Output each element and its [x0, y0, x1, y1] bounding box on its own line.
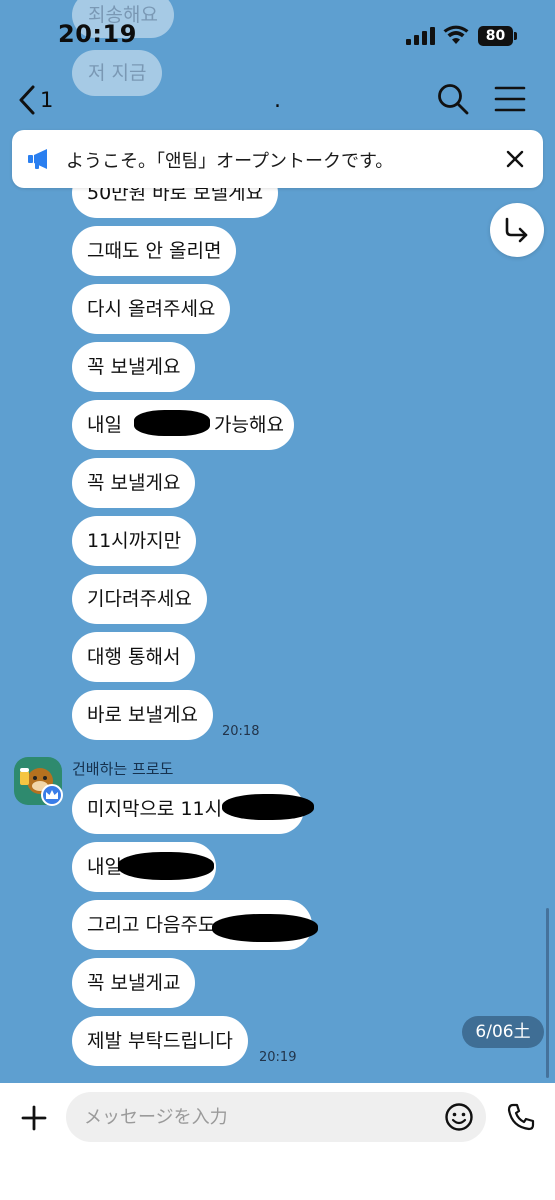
cellular-signal-icon: [406, 27, 436, 45]
message-text: 내일: [87, 856, 122, 878]
redaction-mark: [222, 794, 314, 820]
status-bar: 20:19 80: [0, 0, 555, 70]
battery-level: 80: [478, 26, 513, 46]
message-bubble: 기다려주세요: [72, 574, 207, 624]
menu-icon[interactable]: [494, 84, 526, 114]
redaction-mark: [134, 410, 210, 436]
message-bubble: 미지막으로 11시: [72, 784, 314, 834]
message-text: 미지막으로 11시: [87, 798, 223, 820]
message-bubble: 대행 통해서: [72, 632, 196, 682]
avatar[interactable]: [14, 757, 63, 806]
message-time: 20:19: [259, 1050, 297, 1065]
message-bubble: 꼭 보낼게요: [72, 342, 196, 392]
redaction-mark: [212, 914, 318, 942]
sender-name: 건배하는 프로도: [72, 760, 174, 778]
redaction-mark: [118, 852, 214, 880]
message-bubble: 11시까지만: [72, 516, 197, 566]
message-bubble: 내일: [72, 842, 216, 892]
plus-icon[interactable]: [16, 1100, 52, 1136]
message-bubble: 그리고 다음주도: [72, 900, 318, 950]
message-bubble: 다시 올려주세요: [72, 284, 231, 334]
notice-banner[interactable]: ようこそ。「앤팀」オープントークです。: [12, 130, 543, 188]
message-input[interactable]: [66, 1092, 486, 1142]
message-bubble: 꼭 보낼게요: [72, 458, 196, 508]
search-icon[interactable]: [436, 82, 470, 116]
scrollbar[interactable]: [546, 908, 549, 1078]
date-chip: 6/06土: [462, 1016, 544, 1048]
message-text: 그리고 다음주도: [87, 914, 216, 936]
megaphone-icon: [28, 149, 47, 169]
message-bubble: 제발 부탁드립니다: [72, 1016, 248, 1066]
message-bubble: 바로 보낼게요: [72, 690, 213, 740]
message-bubble: 그때도 안 올리면: [72, 226, 237, 276]
message-bubble: 꼭 보낼게교: [72, 958, 196, 1008]
battery-icon: 80: [478, 26, 518, 46]
message-bubble: 내일 가능해요: [72, 400, 294, 450]
room-title: .: [274, 88, 281, 113]
status-time: 20:19: [58, 20, 137, 48]
emoji-icon[interactable]: [444, 1102, 474, 1132]
chat-header: 1 .: [0, 70, 555, 128]
phone-icon[interactable]: [506, 1102, 536, 1132]
reply-button[interactable]: [490, 203, 544, 257]
message-time: 20:18: [222, 724, 260, 739]
input-bar: [0, 1083, 555, 1200]
wifi-icon: [443, 25, 469, 44]
reply-arrow-icon: [505, 217, 528, 243]
chat-area: 죄송해요 저 지금 50만원 바로 보낼게요 20:19 80 1 . ようこそ…: [0, 0, 555, 1083]
close-icon[interactable]: [502, 146, 528, 172]
crown-badge-icon: [41, 784, 63, 806]
notice-text: ようこそ。「앤팀」オープントークです。: [66, 151, 394, 172]
